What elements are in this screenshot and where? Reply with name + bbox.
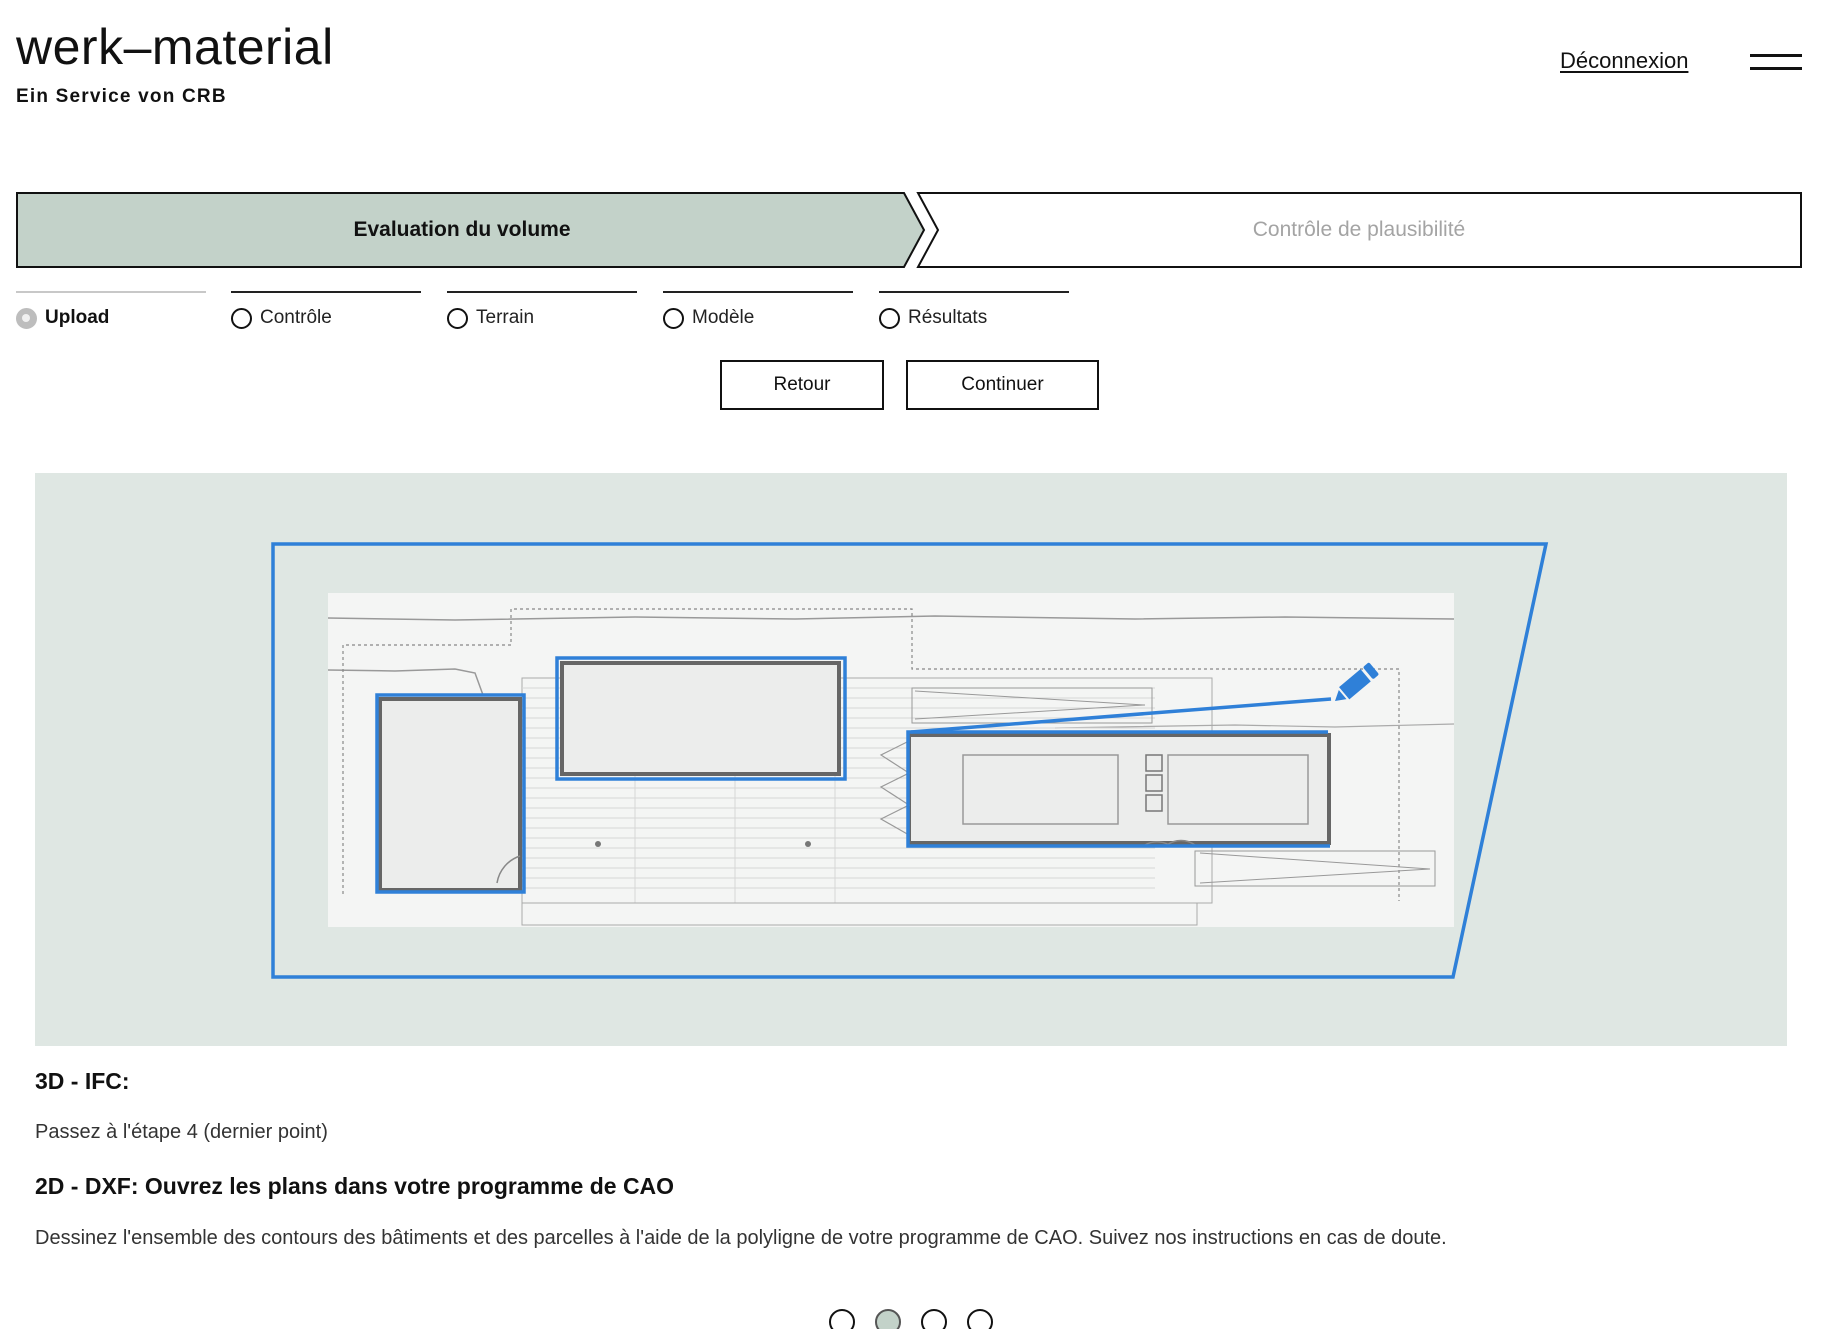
heading-2d-dxf: 2D - DXF: Ouvrez les plans dans votre pr… xyxy=(35,1173,675,1199)
substep-label: Modèle xyxy=(692,307,755,328)
logo-title: werk–material xyxy=(16,19,334,75)
logo[interactable]: werk–material Ein Service von CRB xyxy=(16,22,334,108)
substep-resultats[interactable]: Résultats xyxy=(879,291,1069,329)
substep-upload[interactable]: Upload xyxy=(16,291,206,329)
step-radio-icon xyxy=(879,307,900,329)
pager-dot-active[interactable] xyxy=(874,1309,901,1329)
stage-plausibility-check: Contrôle de plausibilité xyxy=(1252,218,1466,241)
stage-progress: Evaluation du volume Contrôle de plausib… xyxy=(16,192,1802,268)
logout-link[interactable]: Déconnexion xyxy=(1560,48,1688,74)
step-radio-icon xyxy=(231,307,252,329)
step-radio-icon xyxy=(663,307,684,329)
text-2d-dxf: Dessinez l'ensemble des contours des bât… xyxy=(35,1227,1447,1249)
cad-illustration xyxy=(35,473,1787,1046)
step-radio-icon xyxy=(16,307,37,329)
pager-dot[interactable] xyxy=(828,1309,855,1329)
substep-label: Upload xyxy=(45,307,110,328)
continue-button[interactable]: Continuer xyxy=(906,360,1099,410)
substep-label: Terrain xyxy=(476,307,535,328)
substep-label: Contrôle xyxy=(260,307,332,328)
pager-dot[interactable] xyxy=(966,1309,993,1329)
heading-3d-ifc: 3D - IFC: xyxy=(35,1068,130,1094)
substep-modele[interactable]: Modèle xyxy=(663,291,853,329)
substep-terrain[interactable]: Terrain xyxy=(447,291,637,329)
back-button[interactable]: Retour xyxy=(720,360,884,410)
substep-label: Résultats xyxy=(908,307,988,328)
stage-evaluation-volume: Evaluation du volume xyxy=(353,218,571,241)
substep-controle[interactable]: Contrôle xyxy=(231,291,421,329)
logo-subtitle: Ein Service von CRB xyxy=(16,86,227,107)
text-3d-ifc: Passez à l'étape 4 (dernier point) xyxy=(35,1121,328,1143)
pager-dot[interactable] xyxy=(920,1309,947,1329)
step-radio-icon xyxy=(447,307,468,329)
hamburger-menu-icon[interactable] xyxy=(1750,54,1802,72)
floor-plan-drawing xyxy=(271,542,1549,979)
carousel-pager xyxy=(0,1309,1823,1329)
